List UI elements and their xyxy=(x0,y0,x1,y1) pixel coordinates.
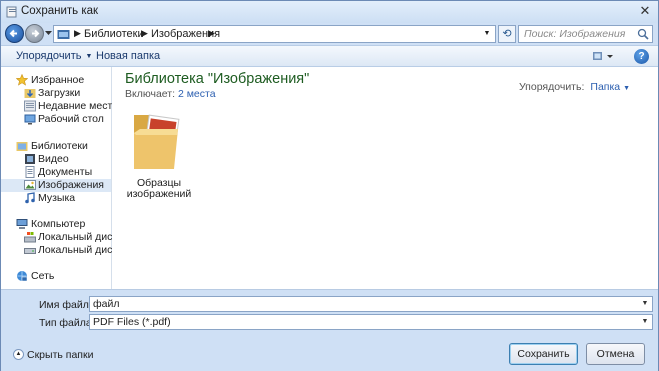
nav-libraries-label: Библиотеки xyxy=(31,140,88,152)
nav-music-label: Музыка xyxy=(38,192,76,204)
nav-documents[interactable]: Документы xyxy=(1,166,111,179)
filename-input[interactable]: файл ▼ xyxy=(89,296,653,312)
filetype-label: Тип файла: xyxy=(39,317,95,329)
hide-folders-label: Скрыть папки xyxy=(27,349,94,361)
arrow-right-icon xyxy=(32,29,40,38)
video-icon xyxy=(25,154,35,164)
arrange-dropdown[interactable]: Папка ▼ xyxy=(590,81,630,93)
network-icon xyxy=(17,271,28,282)
includes-locations-link[interactable]: 2 места xyxy=(178,88,216,100)
filetype-value: PDF Files (*.pdf) xyxy=(93,316,171,328)
window-title: Сохранить как xyxy=(21,5,99,17)
nav-computer[interactable]: Компьютер xyxy=(1,218,111,231)
nav-recent-places[interactable]: Недавние места xyxy=(1,100,118,113)
organize-label: Упорядочить xyxy=(16,50,82,62)
filename-value: файл xyxy=(93,298,120,310)
list-item[interactable]: Образцы изображений xyxy=(127,109,191,200)
folder-label-line2: изображений xyxy=(126,188,192,200)
nav-video[interactable]: Видео xyxy=(1,153,111,166)
libraries-icon xyxy=(16,142,28,151)
change-view-icon[interactable] xyxy=(592,50,614,63)
address-dropdown-icon[interactable]: ▼ xyxy=(481,27,493,41)
breadcrumb-chevron-icon[interactable]: ▶ xyxy=(208,28,215,39)
new-folder-button[interactable]: Новая папка xyxy=(96,50,160,62)
nav-desktop[interactable]: Рабочий стол xyxy=(1,113,111,126)
search-placeholder: Поиск: Изображения xyxy=(524,28,626,40)
nav-downloads[interactable]: Загрузки xyxy=(1,87,111,100)
back-button[interactable] xyxy=(5,24,24,43)
desktop-icon xyxy=(24,114,36,125)
nav-music[interactable]: Музыка xyxy=(1,192,111,205)
app-icon xyxy=(6,6,17,18)
documents-icon xyxy=(25,166,35,178)
close-button[interactable]: ✕ xyxy=(635,2,655,20)
recent-places-icon xyxy=(24,100,36,112)
nav-local-disk-c[interactable]: Локальный диск (C:) xyxy=(1,231,137,244)
title-bar[interactable]: Сохранить как ✕ xyxy=(1,1,658,23)
refresh-button[interactable]: ⟲ xyxy=(498,25,516,43)
breadcrumb-libraries[interactable]: Библиотеки xyxy=(84,28,144,40)
nav-downloads-label: Загрузки xyxy=(38,87,81,99)
arrow-left-icon xyxy=(9,29,17,38)
includes-label: Включает: xyxy=(125,88,176,100)
nav-desktop-label: Рабочий стол xyxy=(38,113,104,125)
nav-favorites-label: Избранное xyxy=(31,74,85,86)
save-form: Имя файла: файл ▼ Тип файла: PDF Files (… xyxy=(1,289,658,371)
downloads-folder-icon xyxy=(24,89,36,98)
command-toolbar: Упорядочить ▼ Новая папка ? xyxy=(1,45,658,67)
chevron-up-icon: ▲ xyxy=(13,349,24,360)
arrange-value: Папка xyxy=(590,81,621,93)
recent-pages-chevron-icon[interactable] xyxy=(45,29,52,37)
drive-icon xyxy=(24,248,36,254)
nav-images[interactable]: Изображения xyxy=(1,179,111,192)
arrange-by: Упорядочить: Папка ▼ xyxy=(519,81,630,93)
chevron-down-icon: ▼ xyxy=(623,85,630,92)
address-bar[interactable]: ▶ Библиотеки ▶ Изображения ▶ ▼ xyxy=(53,25,496,43)
file-list-pane[interactable]: Библиотека "Изображения" Включает: 2 мес… xyxy=(112,67,658,289)
library-title: Библиотека "Изображения" xyxy=(125,71,310,87)
help-icon[interactable]: ? xyxy=(634,49,649,64)
picture-folder-icon xyxy=(134,114,180,169)
nav-libraries[interactable]: Библиотеки xyxy=(1,140,111,153)
organize-button[interactable]: Упорядочить ▼ xyxy=(16,50,92,62)
images-icon xyxy=(24,180,36,190)
breadcrumb-chevron-icon[interactable]: ▶ xyxy=(74,28,81,39)
nav-images-label: Изображения xyxy=(38,179,104,191)
computer-icon xyxy=(16,219,28,229)
chevron-down-icon: ▼ xyxy=(85,53,93,60)
star-icon xyxy=(16,74,28,86)
save-button[interactable]: Сохранить xyxy=(509,343,578,365)
folder-label: Образцы изображений xyxy=(121,178,197,200)
navigation-pane: Избранное Загрузки Недавние места Рабочи… xyxy=(1,67,137,289)
nav-documents-label: Документы xyxy=(38,166,93,178)
forward-button[interactable] xyxy=(25,24,44,43)
library-folder-icon xyxy=(57,30,70,39)
hide-folders-toggle[interactable]: ▲ Скрыть папки xyxy=(13,349,93,363)
search-input[interactable]: Поиск: Изображения xyxy=(518,25,653,43)
save-as-dialog: Сохранить как ✕ ▶ Библиотеки ▶ Изображен… xyxy=(0,0,659,371)
search-icon[interactable] xyxy=(637,28,649,40)
chevron-down-icon[interactable]: ▼ xyxy=(640,297,650,311)
nav-computer-label: Компьютер xyxy=(31,218,86,230)
system-drive-icon xyxy=(24,232,36,243)
nav-recent-places-label: Недавние места xyxy=(38,100,118,112)
nav-favorites[interactable]: Избранное xyxy=(1,74,111,87)
address-row: ▶ Библиотеки ▶ Изображения ▶ ▼ ⟲ Поиск: … xyxy=(1,23,658,45)
nav-network-label: Сеть xyxy=(31,270,55,282)
cancel-button[interactable]: Отмена xyxy=(586,343,645,365)
chevron-down-icon[interactable]: ▼ xyxy=(640,315,650,329)
nav-local-disk-d[interactable]: Локальный диск (D:) xyxy=(1,244,137,257)
arrange-label: Упорядочить: xyxy=(518,81,585,93)
nav-video-label: Видео xyxy=(38,153,69,165)
music-icon xyxy=(25,192,35,204)
filetype-select[interactable]: PDF Files (*.pdf) ▼ xyxy=(89,314,653,330)
library-includes: Включает: 2 места xyxy=(125,88,216,100)
breadcrumb-chevron-icon[interactable]: ▶ xyxy=(141,28,148,39)
nav-network[interactable]: Сеть xyxy=(1,270,111,283)
refresh-icon: ⟲ xyxy=(502,28,512,40)
